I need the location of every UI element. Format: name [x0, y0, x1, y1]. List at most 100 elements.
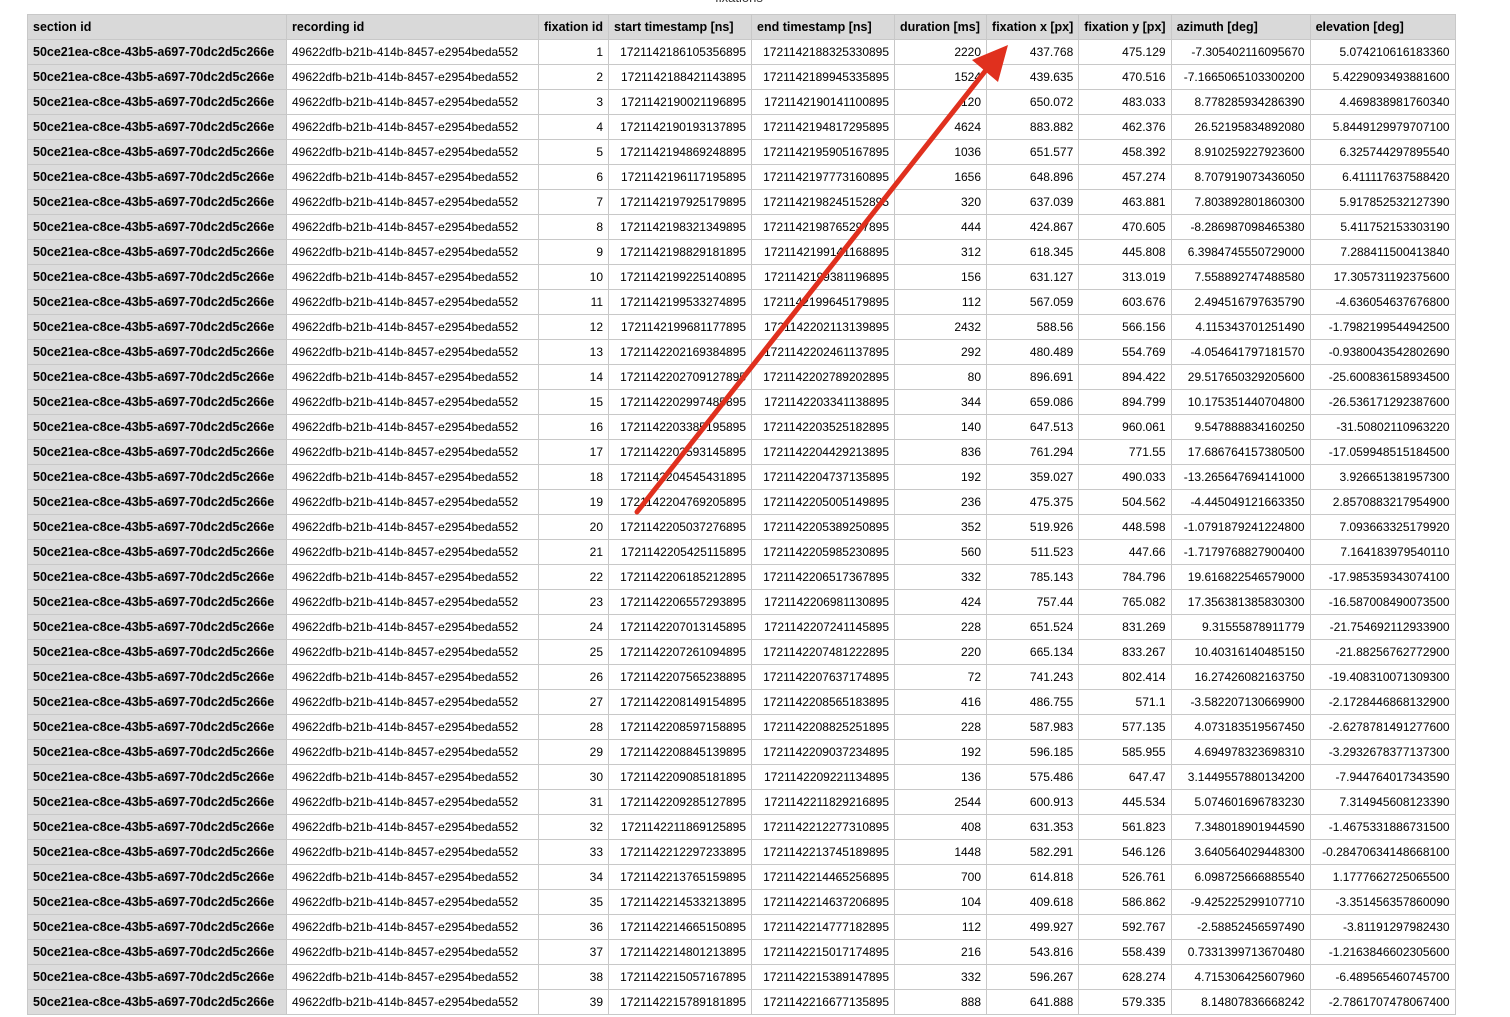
table-cell[interactable]: -9.425225299107710	[1170, 889, 1311, 915]
table-cell[interactable]: 312	[894, 239, 988, 265]
table-cell[interactable]: 29	[537, 739, 610, 765]
table-cell[interactable]: 5.074601696783230	[1170, 789, 1311, 815]
table-cell[interactable]: 1721142202789202895	[751, 364, 896, 390]
table-cell[interactable]: 741.243	[986, 664, 1080, 690]
table-cell[interactable]: 424.867	[986, 214, 1080, 240]
table-cell[interactable]: 463.881	[1078, 189, 1172, 215]
table-cell[interactable]: -3.582207130669900	[1170, 689, 1311, 715]
table-cell[interactable]: 192	[894, 464, 988, 490]
table-cell[interactable]: 3	[537, 89, 610, 115]
table-cell[interactable]: 49622dfb-b21b-414b-8457-e2954beda552	[286, 214, 539, 240]
table-cell[interactable]: 1721142206557293895	[608, 589, 753, 615]
table-cell[interactable]: 575.486	[986, 764, 1080, 790]
table-cell[interactable]: 1721142209221134895	[751, 764, 896, 790]
table-cell[interactable]: 19	[537, 489, 610, 515]
table-cell[interactable]: 700	[894, 864, 988, 890]
table-cell[interactable]: 1721142207637174895	[751, 664, 896, 690]
table-cell[interactable]: 504.562	[1078, 489, 1172, 515]
table-cell[interactable]: 437.768	[986, 39, 1080, 65]
table-cell[interactable]: 457.274	[1078, 164, 1172, 190]
table-cell[interactable]: 220	[894, 639, 988, 665]
table-cell[interactable]: 888	[894, 989, 988, 1015]
table-cell[interactable]: 647.47	[1078, 764, 1172, 790]
table-cell[interactable]: 49622dfb-b21b-414b-8457-e2954beda552	[286, 514, 539, 540]
table-cell[interactable]: 2.494516797635790	[1170, 289, 1311, 315]
table-row[interactable]: 50ce21ea-c8ce-43b5-a697-70dc2d5c266e 4962…	[27, 539, 1456, 565]
table-cell[interactable]: 50ce21ea-c8ce-43b5-a697-70dc2d5c266e	[27, 314, 287, 340]
table-cell[interactable]: 50ce21ea-c8ce-43b5-a697-70dc2d5c266e	[27, 414, 287, 440]
table-row[interactable]: 50ce21ea-c8ce-43b5-a697-70dc2d5c266e 4962…	[27, 564, 1456, 590]
table-cell[interactable]: 50ce21ea-c8ce-43b5-a697-70dc2d5c266e	[27, 889, 287, 915]
table-cell[interactable]: 894.799	[1078, 389, 1172, 415]
table-cell[interactable]: 4.715306425607960	[1170, 964, 1311, 990]
table-cell[interactable]: 136	[894, 764, 988, 790]
table-row[interactable]: 50ce21ea-c8ce-43b5-a697-70dc2d5c266e 4962…	[27, 439, 1456, 465]
table-cell[interactable]: 462.376	[1078, 114, 1172, 140]
table-cell[interactable]: 228	[894, 614, 988, 640]
table-cell[interactable]: 50ce21ea-c8ce-43b5-a697-70dc2d5c266e	[27, 264, 287, 290]
table-cell[interactable]: 17	[537, 439, 610, 465]
table-cell[interactable]: 1448	[894, 839, 988, 865]
table-cell[interactable]: 1721142214801213895	[608, 939, 753, 965]
table-cell[interactable]: 50ce21ea-c8ce-43b5-a697-70dc2d5c266e	[27, 714, 287, 740]
table-cell[interactable]: 27	[537, 689, 610, 715]
table-cell[interactable]: 49622dfb-b21b-414b-8457-e2954beda552	[286, 864, 539, 890]
table-cell[interactable]: 22	[537, 564, 610, 590]
table-cell[interactable]: 5.411752153303190	[1309, 214, 1456, 240]
table-cell[interactable]: 1721142196117195895	[608, 164, 753, 190]
table-cell[interactable]: 5.074210616183360	[1309, 39, 1456, 65]
table-cell[interactable]: -1.0791879241224800	[1170, 514, 1311, 540]
table-cell[interactable]: 228	[894, 714, 988, 740]
table-cell[interactable]: -8.286987098465380	[1170, 214, 1311, 240]
table-cell[interactable]: 112	[894, 914, 988, 940]
table-cell[interactable]: 12	[537, 314, 610, 340]
table-cell[interactable]: 49622dfb-b21b-414b-8457-e2954beda552	[286, 839, 539, 865]
table-cell[interactable]: 50ce21ea-c8ce-43b5-a697-70dc2d5c266e	[27, 939, 287, 965]
table-row[interactable]: 50ce21ea-c8ce-43b5-a697-70dc2d5c266e 4962…	[27, 239, 1456, 265]
table-cell[interactable]: 1524	[894, 64, 988, 90]
table-cell[interactable]: 1.1777662725065500	[1309, 864, 1456, 890]
table-cell[interactable]: 7.288411500413840	[1309, 239, 1456, 265]
table-cell[interactable]: 8	[537, 214, 610, 240]
table-cell[interactable]: 50ce21ea-c8ce-43b5-a697-70dc2d5c266e	[27, 64, 287, 90]
column-header[interactable]: start timestamp [ns]	[608, 14, 753, 40]
table-row[interactable]: 50ce21ea-c8ce-43b5-a697-70dc2d5c266e 4962…	[27, 839, 1456, 865]
table-cell[interactable]: 5.4229093493881600	[1309, 64, 1456, 90]
table-cell[interactable]: -19.408310071309300	[1309, 664, 1456, 690]
table-cell[interactable]: 1721142206185212895	[608, 564, 753, 590]
table-row[interactable]: 50ce21ea-c8ce-43b5-a697-70dc2d5c266e 4962…	[27, 414, 1456, 440]
table-cell[interactable]: 32	[537, 814, 610, 840]
table-cell[interactable]: 49622dfb-b21b-414b-8457-e2954beda552	[286, 114, 539, 140]
table-cell[interactable]: -4.636054637676800	[1309, 289, 1456, 315]
table-cell[interactable]: 17.686764157380500	[1170, 439, 1311, 465]
table-cell[interactable]: 8.14807836668242	[1170, 989, 1311, 1015]
table-cell[interactable]: 1721142209285127895	[608, 789, 753, 815]
table-cell[interactable]: 320	[894, 189, 988, 215]
table-cell[interactable]: 561.823	[1078, 814, 1172, 840]
table-cell[interactable]: -2.1728446868132900	[1309, 689, 1456, 715]
table-cell[interactable]: 1721142214637206895	[751, 889, 896, 915]
column-header[interactable]: elevation [deg]	[1309, 14, 1456, 40]
table-cell[interactable]: 596.185	[986, 739, 1080, 765]
table-cell[interactable]: 761.294	[986, 439, 1080, 465]
table-cell[interactable]: 665.134	[986, 639, 1080, 665]
table-cell[interactable]: 49622dfb-b21b-414b-8457-e2954beda552	[286, 139, 539, 165]
table-cell[interactable]: 10.175351440704800	[1170, 389, 1311, 415]
table-cell[interactable]: 50ce21ea-c8ce-43b5-a697-70dc2d5c266e	[27, 339, 287, 365]
table-cell[interactable]: 49622dfb-b21b-414b-8457-e2954beda552	[286, 939, 539, 965]
table-cell[interactable]: 1721142216677135895	[751, 989, 896, 1015]
table-cell[interactable]: 112	[894, 289, 988, 315]
table-cell[interactable]: 50ce21ea-c8ce-43b5-a697-70dc2d5c266e	[27, 964, 287, 990]
table-cell[interactable]: 13	[537, 339, 610, 365]
table-cell[interactable]: 3.640564029448300	[1170, 839, 1311, 865]
table-cell[interactable]: 1721142215017174895	[751, 939, 896, 965]
table-cell[interactable]: 50ce21ea-c8ce-43b5-a697-70dc2d5c266e	[27, 214, 287, 240]
table-cell[interactable]: 50ce21ea-c8ce-43b5-a697-70dc2d5c266e	[27, 364, 287, 390]
table-cell[interactable]: 1721142189945335895	[751, 64, 896, 90]
table-cell[interactable]: 49622dfb-b21b-414b-8457-e2954beda552	[286, 189, 539, 215]
table-cell[interactable]: 50ce21ea-c8ce-43b5-a697-70dc2d5c266e	[27, 664, 287, 690]
table-cell[interactable]: 631.127	[986, 264, 1080, 290]
table-cell[interactable]: 1721142198321349895	[608, 214, 753, 240]
table-row[interactable]: 50ce21ea-c8ce-43b5-a697-70dc2d5c266e 4962…	[27, 764, 1456, 790]
table-cell[interactable]: -7.1665065103300200	[1170, 64, 1311, 90]
